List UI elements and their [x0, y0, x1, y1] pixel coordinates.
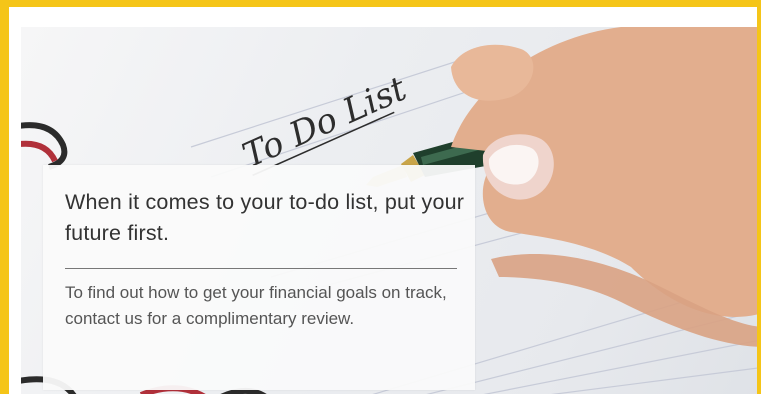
ad-frame: To Do List When it comes to your to-do l…	[0, 0, 761, 394]
message-card: When it comes to your to-do list, put yo…	[43, 165, 475, 390]
card-headline: When it comes to your to-do list, put yo…	[65, 190, 465, 245]
card-divider	[65, 268, 457, 269]
hand	[451, 27, 757, 347]
handwritten-title: To Do List	[237, 69, 413, 177]
card-body: To find out how to get your financial go…	[65, 283, 447, 328]
handwritten-text: To Do List	[237, 69, 413, 177]
